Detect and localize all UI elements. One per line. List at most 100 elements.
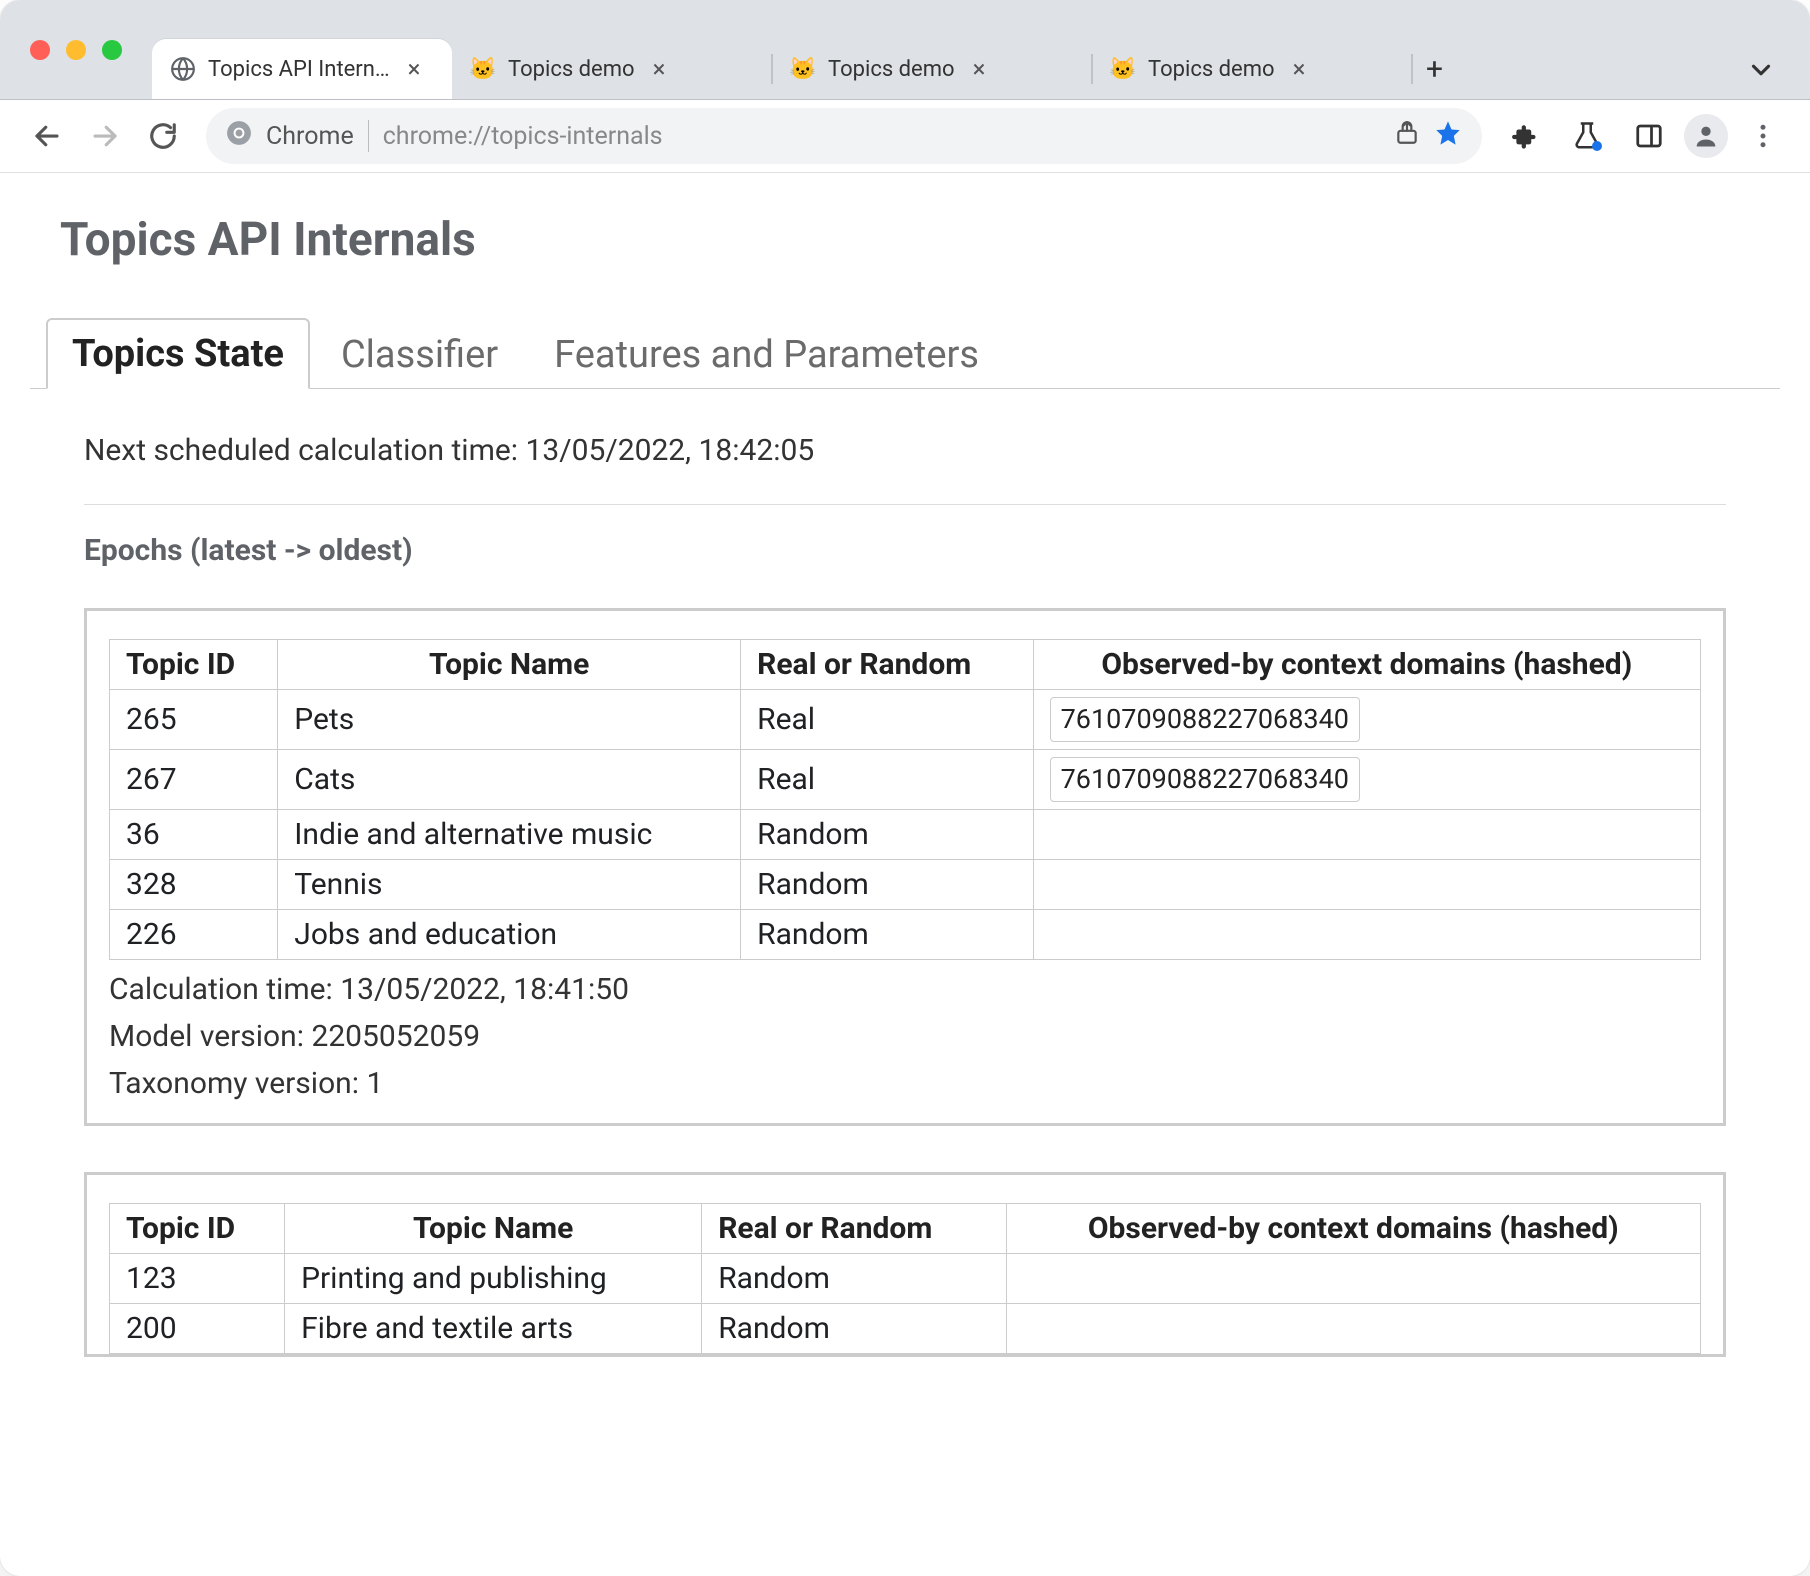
window-close-button[interactable] [30,40,50,60]
tab-overflow-button[interactable] [1732,45,1790,99]
cell-kind: Random [741,860,1034,910]
menu-icon[interactable] [1736,109,1790,163]
taxonomy-version-label: Taxonomy version: [109,1066,359,1101]
tab-classifier[interactable]: Classifier [316,320,523,389]
tab-title: Topics demo [1148,57,1275,82]
col-topic-name: Topic Name [278,640,741,690]
cell-kind: Random [702,1254,1006,1304]
cat-icon: 🐱 [470,56,496,82]
cell-hash: 7610709088227068340 [1033,750,1700,810]
cell-kind: Real [741,750,1034,810]
cell-hash [1006,1304,1700,1354]
browser-tabs: Topics API Intern… × 🐱 Topics demo × 🐱 T… [152,0,1732,99]
model-version-line: Model version: 2205052059 [109,1019,1701,1054]
labs-icon[interactable] [1560,109,1614,163]
browser-tab[interactable]: 🐱 Topics demo × [1092,39,1412,99]
table-header-row: Topic ID Topic Name Real or Random Obser… [110,640,1701,690]
cell-hash [1033,860,1700,910]
tab-title: Topics demo [828,57,955,82]
page-body: Topics API Internals Topics State Classi… [0,173,1810,1576]
window-fullscreen-button[interactable] [102,40,122,60]
tab-title: Topics demo [508,57,635,82]
taxonomy-version-value: 1 [366,1066,383,1101]
browser-tab-active[interactable]: Topics API Intern… × [152,39,452,99]
browser-toolbar: Chrome chrome://topics-internals [0,100,1810,173]
cell-id: 200 [110,1304,285,1354]
tab-topics-state[interactable]: Topics State [46,318,310,389]
cell-name: Tennis [278,860,741,910]
cell-hash [1006,1254,1700,1304]
url-separator [368,120,369,152]
new-tab-button[interactable]: + [1412,39,1457,99]
cell-name: Fibre and textile arts [285,1304,702,1354]
table-row: 267 Cats Real 7610709088227068340 [110,750,1701,810]
epoch-box: Topic ID Topic Name Real or Random Obser… [84,1172,1726,1357]
browser-tab[interactable]: 🐱 Topics demo × [772,39,1092,99]
cat-icon: 🐱 [1110,56,1136,82]
model-version-value: 2205052059 [311,1019,480,1054]
cell-name: Pets [278,690,741,750]
tab-title: Topics API Intern… [208,57,390,82]
next-calc-label: Next scheduled calculation time: [84,433,518,468]
hash-badge: 7610709088227068340 [1050,757,1360,802]
cell-id: 265 [110,690,278,750]
cell-kind: Random [741,910,1034,960]
table-row: 123 Printing and publishing Random [110,1254,1701,1304]
address-bar[interactable]: Chrome chrome://topics-internals [206,108,1482,164]
cell-kind: Real [741,690,1034,750]
chrome-icon [226,120,252,153]
table-row: 226 Jobs and education Random [110,910,1701,960]
back-button[interactable] [20,109,74,163]
toolbar-actions [1498,109,1790,163]
reload-button[interactable] [136,109,190,163]
col-topic-id: Topic ID [110,1204,285,1254]
table-header-row: Topic ID Topic Name Real or Random Obser… [110,1204,1701,1254]
col-observed: Observed-by context domains (hashed) [1033,640,1700,690]
share-icon[interactable] [1394,120,1420,153]
topics-table: Topic ID Topic Name Real or Random Obser… [109,639,1701,960]
hash-badge: 7610709088227068340 [1050,697,1360,742]
cell-name: Cats [278,750,741,810]
epochs-heading: Epochs (latest -> oldest) [84,533,1726,568]
epoch-box: Topic ID Topic Name Real or Random Obser… [84,608,1726,1126]
topics-table-body: 265 Pets Real 7610709088227068340 267 Ca… [110,690,1701,960]
cell-kind: Random [702,1304,1006,1354]
cell-id: 123 [110,1254,285,1304]
calc-time-label: Calculation time: [109,972,333,1007]
content-tabs: Topics State Classifier Features and Par… [30,317,1780,389]
browser-tab[interactable]: 🐱 Topics demo × [452,39,772,99]
taxonomy-version-line: Taxonomy version: 1 [109,1066,1701,1101]
col-topic-name: Topic Name [285,1204,702,1254]
cell-id: 36 [110,810,278,860]
cell-name: Indie and alternative music [278,810,741,860]
tab-close-icon[interactable]: × [408,55,421,83]
cell-id: 328 [110,860,278,910]
model-version-label: Model version: [109,1019,304,1054]
col-real-or-random: Real or Random [741,640,1034,690]
next-calc-time: 13/05/2022, 18:42:05 [526,433,815,468]
topics-table: Topic ID Topic Name Real or Random Obser… [109,1203,1701,1354]
tab-close-icon[interactable]: × [1293,55,1306,83]
tab-features-parameters[interactable]: Features and Parameters [529,320,1004,389]
side-panel-icon[interactable] [1622,109,1676,163]
table-row: 36 Indie and alternative music Random [110,810,1701,860]
cell-id: 267 [110,750,278,810]
next-calc-line: Next scheduled calculation time: 13/05/2… [84,433,1726,468]
bookmark-star-icon[interactable] [1434,119,1462,154]
url-origin: Chrome [266,122,354,151]
forward-button[interactable] [78,109,132,163]
topics-state-panel: Next scheduled calculation time: 13/05/2… [30,389,1780,1357]
extensions-icon[interactable] [1498,109,1552,163]
tab-close-icon[interactable]: × [973,55,986,83]
cell-name: Printing and publishing [285,1254,702,1304]
profile-avatar[interactable] [1684,114,1728,158]
page-title: Topics API Internals [60,213,1780,267]
window-minimize-button[interactable] [66,40,86,60]
col-topic-id: Topic ID [110,640,278,690]
tab-close-icon[interactable]: × [653,55,666,83]
globe-icon [170,56,196,82]
cat-icon: 🐱 [790,56,816,82]
url-path: chrome://topics-internals [383,122,663,151]
browser-window: Topics API Intern… × 🐱 Topics demo × 🐱 T… [0,0,1810,1576]
topics-table-body: 123 Printing and publishing Random 200 F… [110,1254,1701,1354]
